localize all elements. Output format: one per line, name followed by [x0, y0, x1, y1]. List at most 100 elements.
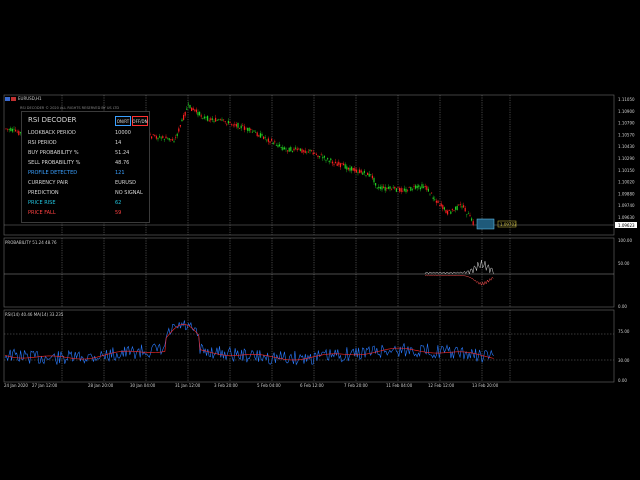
candle-body [368, 173, 370, 177]
candle-body [279, 144, 281, 147]
candle-body [239, 128, 241, 130]
candle-body [421, 184, 423, 189]
candle-body [379, 186, 381, 189]
candle-body [216, 120, 218, 121]
candle-body [224, 121, 226, 123]
rsi-frame [3, 309, 615, 383]
panel-row-value: 48.76 [115, 160, 130, 166]
time-axis-label: 27 Jan 12:00 [32, 383, 58, 388]
candle-body [210, 118, 212, 121]
candle-body [339, 163, 341, 168]
price-axis-label: 1.10290 [618, 156, 635, 161]
candle-body [331, 161, 333, 164]
time-axis-label: 11 Feb 04:00 [386, 383, 413, 388]
candle-body [283, 147, 285, 150]
probability-axis-label: 0.00 [618, 304, 627, 309]
candle-body [333, 164, 335, 165]
candle-body [195, 109, 197, 113]
candle-body [312, 152, 314, 155]
panel-row-label: CURRENCY PAIR [28, 180, 69, 186]
time-axis-label: 13 Feb 20:00 [472, 383, 499, 388]
candle-body [16, 131, 18, 133]
rsi-label: RSI(14) 40.46 MA(14) 33.235 [5, 312, 64, 317]
candle-body [178, 128, 180, 132]
candle-body [407, 190, 409, 192]
candle-body [384, 187, 386, 191]
candle-body [472, 221, 474, 225]
candle-body [410, 186, 412, 191]
panel-row-value: 51.24 [115, 150, 130, 156]
candle-body [378, 186, 380, 189]
time-axis-label: 30 Jan 04:00 [130, 383, 156, 388]
candle-body [415, 185, 417, 189]
candle-body [157, 138, 159, 140]
candle-body [464, 207, 466, 212]
current-price-label: 1.09623 [618, 223, 635, 228]
candle-body [461, 206, 463, 208]
candle-body [392, 187, 394, 189]
candle-body [363, 170, 365, 173]
candle-body [213, 121, 215, 122]
chart-canvas[interactable]: 1.11050 1.10900 1.10790 1.10570 1.10430 1.102… [0, 0, 640, 480]
candle-body [187, 103, 189, 105]
candle-body [397, 187, 399, 189]
candle-body [325, 160, 327, 161]
candle-body [375, 183, 377, 186]
candle-body [359, 169, 361, 173]
candle-body [179, 125, 181, 127]
candle-body [314, 152, 316, 154]
candle-body [199, 111, 201, 116]
candle-body [255, 132, 257, 133]
candle-body [435, 200, 437, 203]
on-button[interactable]: ON/RT [115, 116, 131, 126]
candle-body [367, 172, 369, 175]
candle-body [163, 139, 165, 140]
candle-body [184, 112, 186, 116]
time-axis-label: 6 Feb 12:00 [300, 383, 324, 388]
candle-body [167, 137, 169, 139]
panel-row-value: 62 [115, 200, 122, 206]
candle-body [160, 137, 162, 139]
chart-subtitle: RSI DECODER © 2020 ALL RIGHTS RESERVED B… [20, 106, 120, 110]
candle-body [237, 122, 239, 128]
candle-body [336, 163, 338, 166]
forecast-box [476, 218, 495, 230]
candle-body [231, 124, 233, 125]
candle-body [168, 138, 170, 141]
candle-body [200, 115, 202, 117]
candle-body [416, 186, 418, 188]
panel-row-value: 121 [115, 170, 125, 176]
candle-body [296, 148, 298, 151]
rsi-axis-label: 0.00 [618, 378, 627, 383]
candle-body [155, 136, 157, 139]
price-axis-label: 1.10570 [618, 132, 635, 137]
candle-body [448, 209, 450, 211]
time-axis-label: 3 Feb 20:00 [214, 383, 238, 388]
candle-body [309, 149, 311, 152]
candle-body [349, 167, 351, 171]
symbol-title: EURUSD,H1 [18, 96, 42, 101]
candle-body [218, 119, 220, 121]
candle-body [304, 150, 306, 154]
candle-body [266, 139, 268, 141]
candle-body [466, 214, 468, 215]
candle-body [267, 138, 269, 142]
candle-body [394, 186, 396, 189]
candle-body [447, 210, 449, 215]
candle-body [271, 139, 273, 141]
candle-body [427, 188, 429, 192]
candle-body [341, 163, 343, 165]
candle-body [408, 187, 410, 188]
candle-body [323, 155, 325, 158]
candle-body [400, 188, 402, 192]
candle-body [291, 150, 293, 152]
candle-body [256, 132, 258, 137]
price-axis-label: 1.10790 [618, 121, 635, 126]
candle-body [387, 186, 389, 189]
candle-body [258, 135, 260, 137]
candle-body [275, 145, 277, 146]
candle-body [405, 188, 407, 193]
panel-row-label: PROFILE DETECTED [28, 170, 78, 176]
off-button[interactable]: OFF/DN [132, 116, 148, 126]
candle-body [383, 186, 385, 188]
